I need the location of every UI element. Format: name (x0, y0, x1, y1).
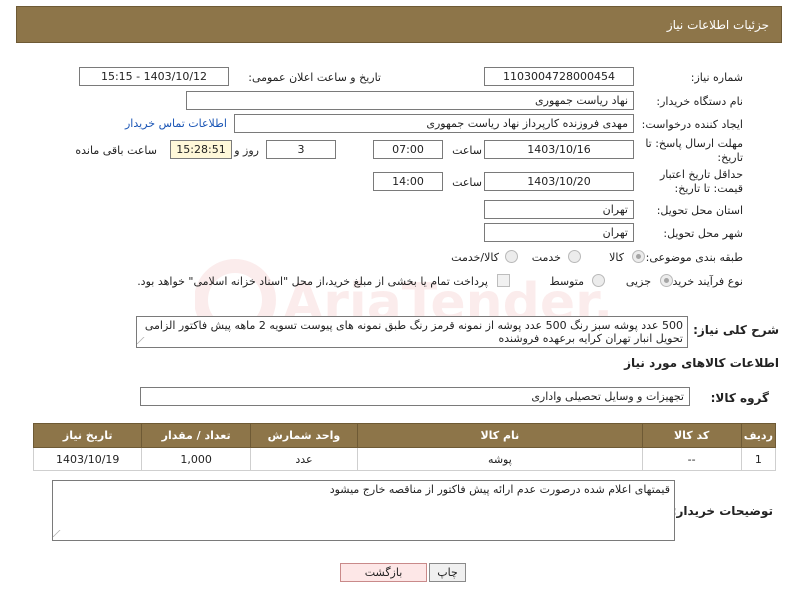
col-goods-name: نام کالا (357, 423, 643, 448)
category-label: طبقه بندی موضوعی: (645, 251, 743, 264)
goods-group-label: گروه کالا: (710, 391, 769, 405)
price-validity-date-field: 1403/10/20 (484, 172, 634, 191)
cell-quantity: 1,000 (141, 447, 251, 471)
cell-goods-name: پوشه (357, 447, 643, 471)
back-button[interactable]: بازگشت (340, 563, 427, 582)
page: جزئیات اطلاعات نیاز AriaTender.net شماره… (0, 0, 789, 598)
reply-deadline-label: مهلت ارسال پاسخ: تا تاریخ: (645, 137, 743, 164)
purchase-process-label: نوع فرآیند خرید : (665, 275, 743, 288)
requester-field: مهدی فروزنده کارپرداز نهاد ریاست جمهوری (234, 114, 634, 133)
cell-row-number: 1 (740, 447, 777, 471)
remaining-time-label: ساعت باقی مانده (75, 144, 157, 157)
goods-section-title: اطلاعات کالاهای مورد نیاز (624, 356, 779, 370)
page-title: جزئیات اطلاعات نیاز (666, 18, 769, 32)
need-number-field: 1103004728000454 (484, 67, 634, 86)
announce-datetime-label: تاریخ و ساعت اعلان عمومی: (248, 71, 381, 84)
buyer-notes-text: قیمتهای اعلام شده درصورت عدم ارائه پیش ف… (329, 483, 670, 496)
treasury-note: پرداخت تمام یا بخشی از مبلغ خرید،از محل … (137, 275, 488, 288)
delivery-city-field: تهران (484, 223, 634, 242)
process-option-medium: متوسط (549, 275, 584, 288)
category-radio-goods-service[interactable] (505, 250, 518, 263)
print-button[interactable]: چاپ (429, 563, 466, 582)
buyer-notes-label: توضیحات خریدار: (671, 504, 773, 518)
remaining-time-field: 15:28:51 (170, 140, 232, 159)
description-text: 500 عدد پوشه سبز رنگ 500 عدد پوشه از نمو… (144, 319, 683, 345)
page-header: جزئیات اطلاعات نیاز (16, 6, 782, 43)
reply-deadline-date-field: 1403/10/16 (484, 140, 634, 159)
remaining-days-field: 3 (266, 140, 336, 159)
col-unit: واحد شمارش (249, 423, 359, 448)
treasury-checkbox[interactable] (497, 274, 510, 287)
reply-deadline-time-field: 07:00 (373, 140, 443, 159)
goods-group-field: تجهیزات و وسایل تحصیلی واداری (140, 387, 690, 406)
price-validity-label: حداقل تاریخ اعتبار قیمت: تا تاریخ: (659, 168, 743, 195)
need-number-label: شماره نیاز: (690, 71, 743, 84)
resize-grip-icon[interactable] (52, 530, 67, 537)
category-radio-service[interactable] (568, 250, 581, 263)
col-row-number: ردیف (740, 423, 777, 448)
category-option-goods-service: کالا/خدمت (451, 251, 499, 264)
col-need-date: تاریخ نیاز (32, 423, 143, 448)
delivery-city-label: شهر محل تحویل: (663, 227, 743, 240)
price-validity-time-label: ساعت (452, 176, 482, 189)
category-option-goods: کالا (609, 251, 624, 264)
category-option-service: خدمت (531, 251, 561, 264)
goods-table: ردیف کد کالا نام کالا واحد شمارش تعداد /… (32, 423, 777, 471)
announce-datetime-field: 1403/10/12 - 15:15 (79, 67, 229, 86)
process-radio-medium[interactable] (592, 274, 605, 287)
process-option-minor: جزیی (625, 275, 651, 288)
buyer-contact-link[interactable]: اطلاعات تماس خریدار (125, 117, 227, 130)
buyer-org-label: نام دستگاه خریدار: (656, 95, 743, 108)
resize-grip-icon[interactable] (136, 337, 151, 344)
delivery-province-label: استان محل تحویل: (656, 204, 743, 217)
buyer-org-field: نهاد ریاست جمهوری (186, 91, 634, 110)
goods-table-header: ردیف کد کالا نام کالا واحد شمارش تعداد /… (32, 423, 777, 448)
remaining-days-label: روز و (234, 144, 259, 157)
reply-deadline-time-label: ساعت (452, 144, 482, 157)
buyer-notes-textarea: قیمتهای اعلام شده درصورت عدم ارائه پیش ف… (52, 480, 675, 541)
col-goods-code: کد کالا (641, 423, 742, 448)
price-validity-time-field: 14:00 (373, 172, 443, 191)
description-textarea: 500 عدد پوشه سبز رنگ 500 عدد پوشه از نمو… (136, 316, 688, 348)
col-quantity: تعداد / مقدار (141, 423, 251, 448)
cell-unit: عدد (249, 447, 359, 471)
category-radio-goods[interactable] (632, 250, 645, 263)
cell-need-date: 1403/10/19 (32, 447, 143, 471)
table-row: 1 -- پوشه عدد 1,000 1403/10/19 (32, 447, 777, 471)
process-radio-minor[interactable] (660, 274, 673, 287)
requester-label: ایجاد کننده درخواست: (641, 118, 743, 131)
cell-goods-code: -- (641, 447, 742, 471)
delivery-province-field: تهران (484, 200, 634, 219)
description-label: شرح کلی نیاز: (693, 323, 779, 337)
